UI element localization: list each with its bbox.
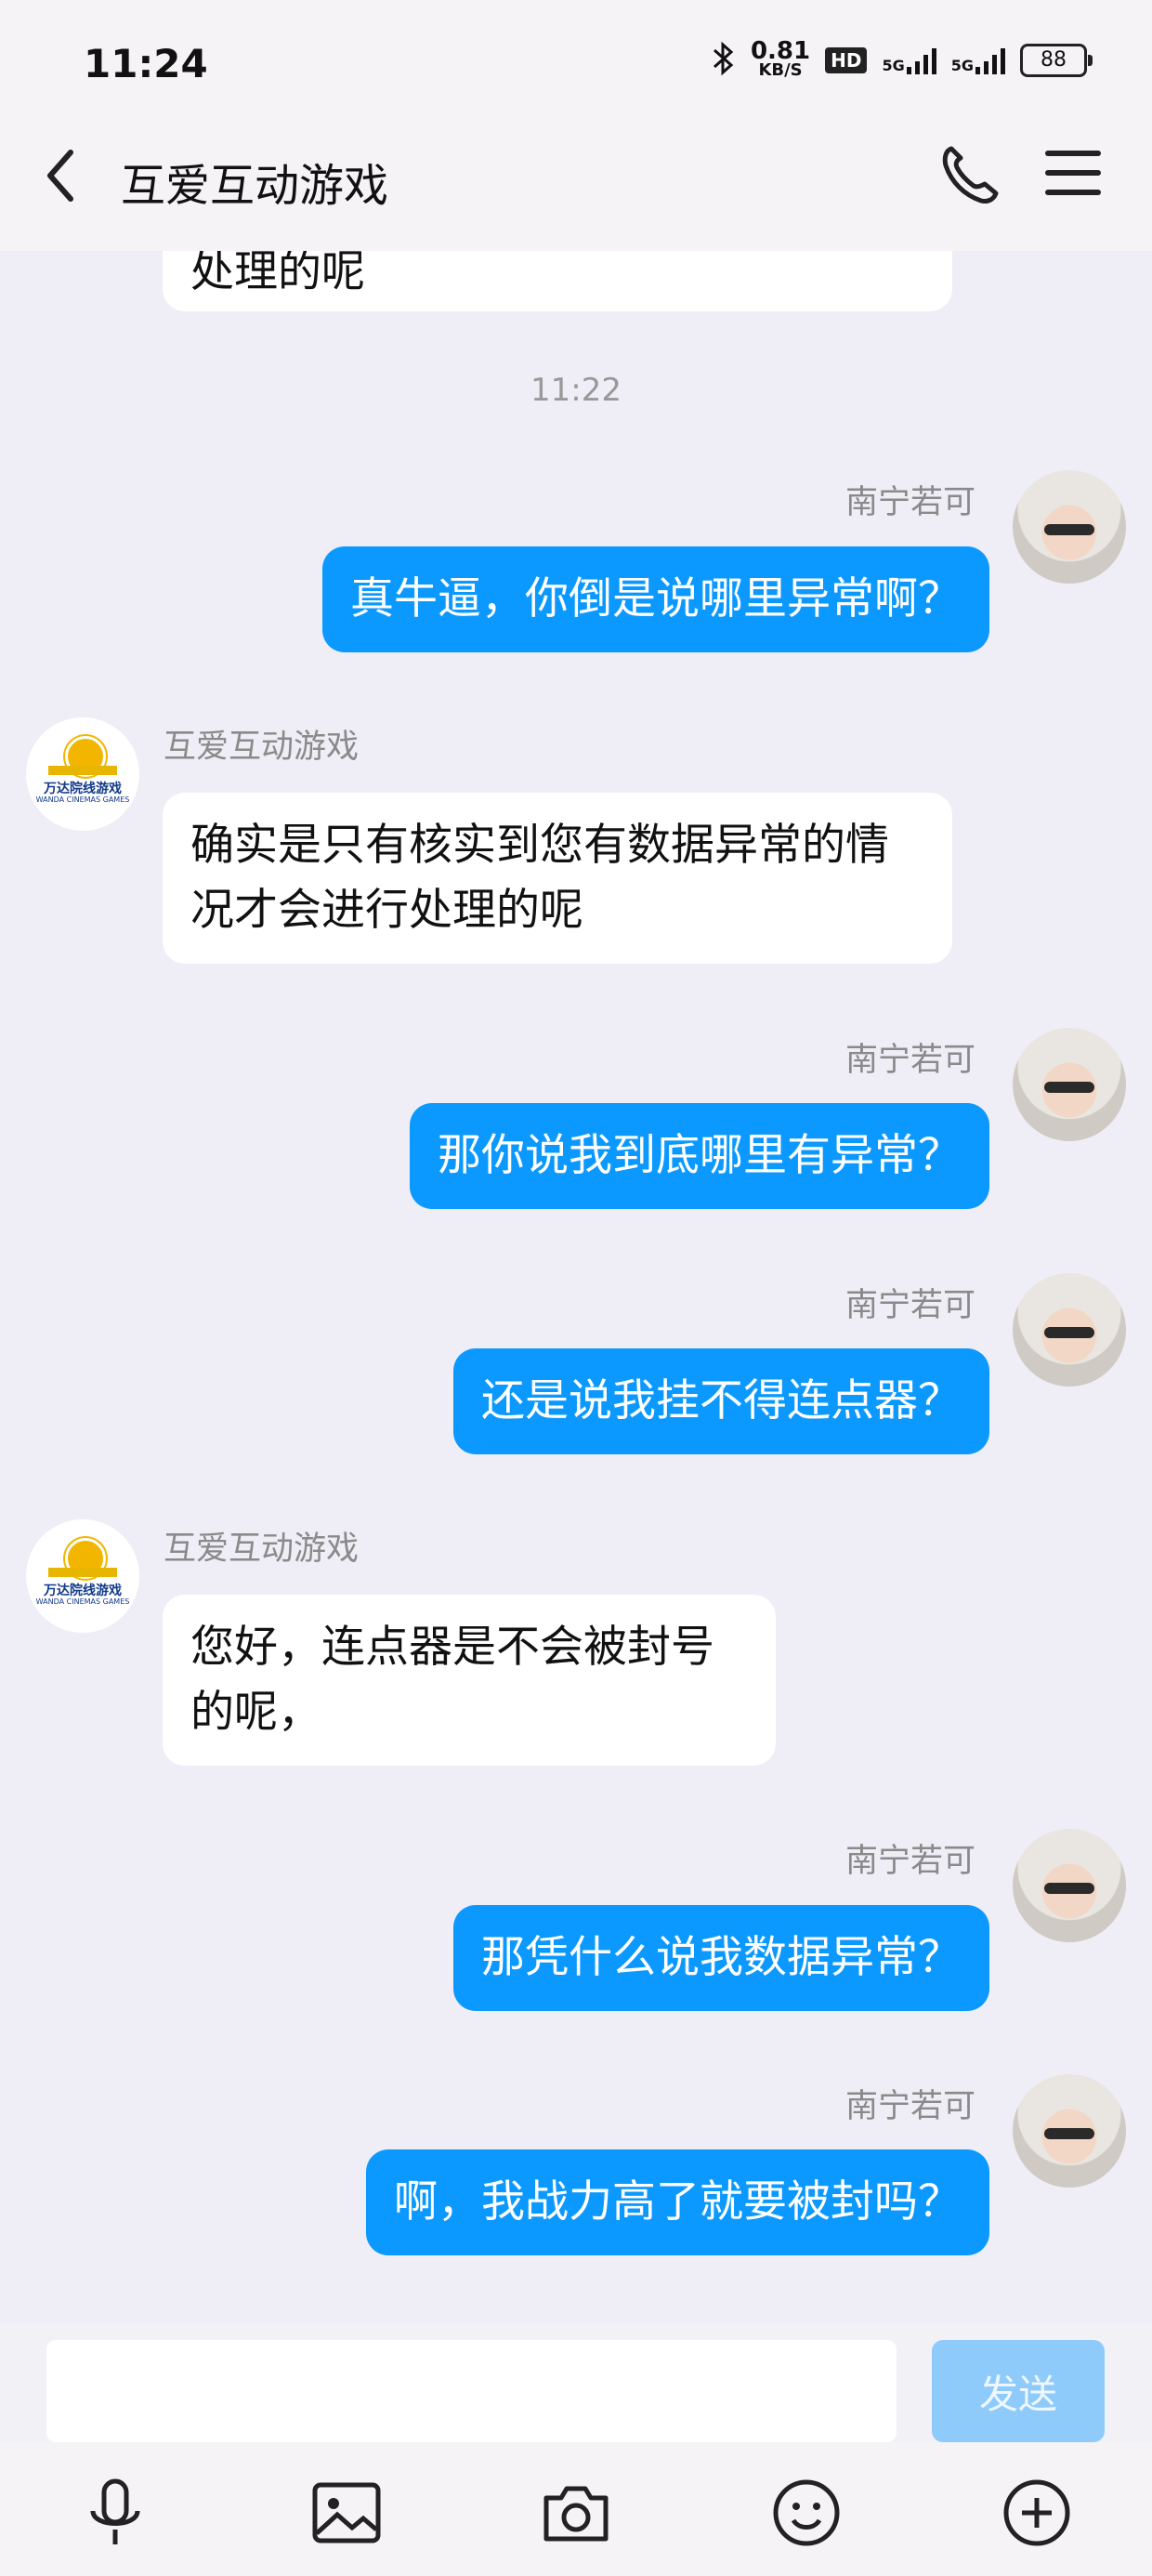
message-timestamp: 11:22 — [530, 372, 622, 409]
send-button[interactable]: 发送 — [932, 2340, 1105, 2442]
sender-name: 南宁若可 — [844, 1042, 975, 1079]
signal-icon-2: 5G — [951, 46, 1005, 74]
message-bubble-incoming[interactable]: 确实是只有核实到您有数据异常的情况才会进行处理的呢 — [163, 793, 952, 964]
message-text: 处理的呢 — [190, 251, 365, 297]
message-bubble-incoming[interactable]: 您好，连点器是不会被封号的呢， — [163, 1595, 776, 1766]
microphone-icon[interactable] — [78, 2476, 152, 2550]
brand-logo-subtext: WANDA CINEMAS GAMES — [35, 1597, 130, 1606]
brand-logo-text: 万达院线游戏 — [44, 1584, 122, 1598]
brand-logo-text: 万达院线游戏 — [44, 782, 122, 796]
message-bubble-outgoing[interactable]: 还是说我挂不得连点器？ — [453, 1348, 989, 1454]
user-avatar[interactable] — [1013, 2074, 1126, 2188]
brand-avatar[interactable]: 万达院线游戏 WANDA CINEMAS GAMES — [26, 1519, 139, 1633]
message-bubble-incoming[interactable]: 处理的呢 — [163, 251, 952, 311]
sender-name: 互爱互动游戏 — [164, 729, 360, 766]
bluetooth-icon — [712, 40, 736, 81]
user-avatar[interactable] — [1013, 1028, 1126, 1141]
sender-name: 南宁若可 — [844, 484, 975, 521]
network-speed: 0.81 KB/S — [750, 36, 811, 80]
phone-call-icon[interactable] — [938, 141, 1001, 208]
message-text: 真牛逼，你倒是说哪里异常啊？ — [350, 573, 962, 624]
emoji-icon[interactable] — [769, 2476, 844, 2550]
chat-title: 互爱互动游戏 — [121, 160, 389, 212]
sender-name: 南宁若可 — [844, 1843, 975, 1880]
status-icons: 0.81 KB/S HD 5G 5G 88 — [712, 36, 1093, 84]
back-icon[interactable] — [39, 143, 95, 208]
message-text: 啊，我战力高了就要被封吗？ — [394, 2176, 962, 2228]
brand-logo-subtext: WANDA CINEMAS GAMES — [35, 795, 130, 804]
message-text: 那凭什么说我数据异常？ — [481, 1932, 962, 1983]
plus-icon[interactable] — [1000, 2476, 1074, 2550]
status-time: 11:24 — [84, 41, 208, 86]
sender-name: 南宁若可 — [844, 2088, 975, 2125]
message-text: 确实是只有核实到您有数据异常的情况才会进行处理的呢 — [190, 820, 889, 936]
message-bubble-outgoing[interactable]: 真牛逼，你倒是说哪里异常啊？ — [322, 546, 989, 652]
message-text: 还是说我挂不得连点器？ — [481, 1375, 962, 1426]
signal-icon-1: 5G — [882, 46, 936, 74]
camera-icon[interactable] — [539, 2476, 613, 2550]
user-avatar[interactable] — [1013, 1273, 1126, 1387]
hd-voice-icon: HD — [825, 47, 868, 73]
battery-icon: 88 — [1020, 44, 1093, 77]
image-icon[interactable] — [309, 2476, 384, 2550]
message-text: 您好，连点器是不会被封号的呢， — [190, 1622, 714, 1738]
sender-name: 互爱互动游戏 — [164, 1531, 360, 1568]
brand-logo-ribbon — [48, 766, 117, 775]
brand-logo-ribbon — [48, 1568, 117, 1577]
user-avatar[interactable] — [1013, 1829, 1126, 1942]
message-bubble-outgoing[interactable]: 那你说我到底哪里有异常？ — [410, 1103, 989, 1209]
menu-icon[interactable] — [1045, 151, 1101, 201]
user-avatar[interactable] — [1013, 470, 1126, 584]
brand-avatar[interactable]: 万达院线游戏 WANDA CINEMAS GAMES — [26, 717, 139, 831]
sender-name: 南宁若可 — [844, 1287, 975, 1324]
message-bubble-outgoing[interactable]: 啊，我战力高了就要被封吗？ — [366, 2149, 989, 2255]
message-text: 那你说我到底哪里有异常？ — [438, 1130, 962, 1181]
message-list[interactable]: 处理的呢 11:22 南宁若可 真牛逼，你倒是说哪里异常啊？ 互爱互动游戏 万达… — [0, 251, 1152, 2323]
message-input[interactable] — [46, 2340, 897, 2442]
message-bubble-outgoing[interactable]: 那凭什么说我数据异常？ — [453, 1905, 989, 2011]
